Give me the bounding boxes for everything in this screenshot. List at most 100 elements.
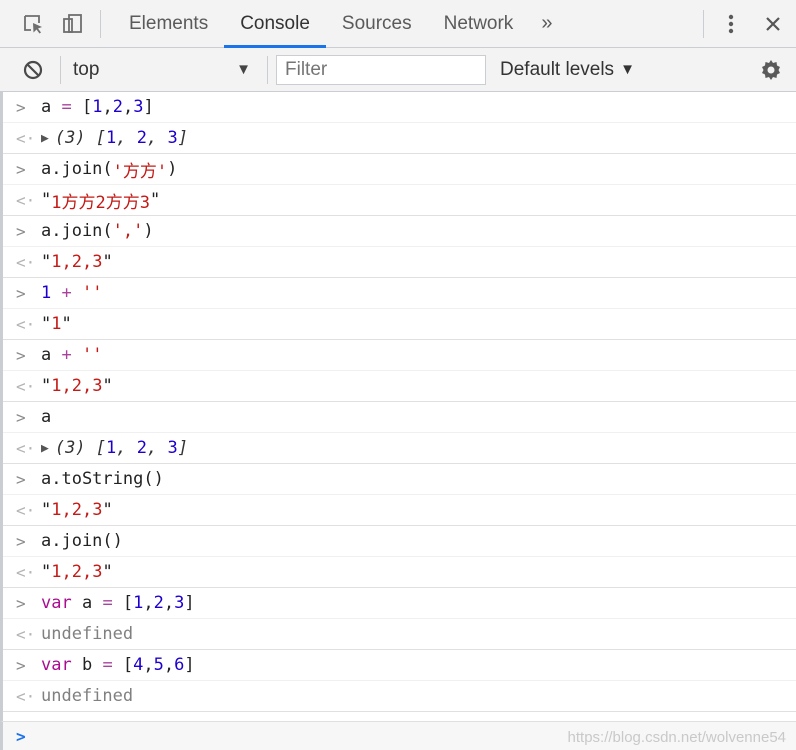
console-token: , (163, 655, 175, 675)
console-input-row[interactable]: > a (3, 402, 796, 433)
input-prompt-icon: > (16, 283, 26, 303)
console-token: a (41, 345, 62, 365)
console-output-row[interactable]: <· " 1,2,3 " (3, 495, 796, 526)
console-token: 1 (106, 128, 117, 148)
tab-elements[interactable]: Elements (113, 0, 224, 48)
console-token: b (71, 655, 103, 675)
console-token: 3 (167, 128, 178, 148)
console-token: 1 (41, 283, 52, 303)
kebab-menu-icon[interactable] (716, 9, 746, 39)
console-token: ) (167, 159, 178, 179)
output-return-icon: <· (16, 500, 36, 520)
filter-input[interactable] (276, 54, 486, 85)
console-prompt[interactable]: > https://blog.csdn.net/wolvenne54 (0, 721, 796, 750)
console-token: " (41, 376, 52, 396)
output-return-icon: <· (16, 314, 36, 334)
tab-console[interactable]: Console (224, 0, 326, 48)
console-token: 2 (153, 593, 164, 613)
console-output-row[interactable]: <· ▶ (3) [1, 2, 3] (3, 123, 796, 154)
console-token: 1 (133, 593, 144, 613)
console-output-row[interactable]: <· " 1 " (3, 309, 796, 340)
console-token: 1 (92, 97, 103, 117)
console-token: 1,2,3 (51, 500, 103, 520)
console-messages: > a = [1, 2, 3] <· ▶ (3) [1, 2, 3] > a.join('方方'… (0, 92, 796, 722)
more-tabs-button[interactable]: » (529, 12, 564, 35)
console-token: , (147, 438, 168, 458)
console-input-row[interactable]: >1 + '' (3, 278, 796, 309)
input-prompt-icon: > (16, 97, 26, 117)
console-token: a (71, 593, 103, 613)
console-token: " (41, 190, 52, 210)
console-token: , (116, 438, 137, 458)
toolbar-divider (267, 55, 268, 84)
console-token: 2 (136, 128, 147, 148)
input-prompt-icon: > (16, 655, 26, 675)
console-input-row[interactable]: > a.join() (3, 526, 796, 557)
console-input-row[interactable]: > var b = [4, 5, 6] (3, 650, 796, 681)
console-input-row[interactable]: > a.toString() (3, 464, 796, 495)
tab-network[interactable]: Network (428, 0, 530, 48)
inspect-element-icon[interactable] (18, 9, 48, 39)
console-token: " (41, 500, 52, 520)
close-icon[interactable] (758, 9, 788, 39)
console-output-row[interactable]: <· " 1,2,3 " (3, 371, 796, 402)
console-token: (3) [ (54, 438, 107, 458)
console-output-row[interactable]: <· " 1,2,3 " (3, 247, 796, 278)
output-return-icon: <· (16, 624, 36, 644)
console-token: 1方方2方方3 (51, 192, 150, 213)
console-output-row[interactable]: <· ▶ (3) [1, 2, 3] (3, 433, 796, 464)
console-token: ) (143, 221, 154, 241)
console-token: (3) [ (54, 128, 107, 148)
console-token: 1,2,3 (51, 376, 103, 396)
console-token: , (143, 593, 154, 613)
console-token: 3 (133, 97, 144, 117)
console-output-row[interactable]: <· undefined (3, 619, 796, 650)
console-token (72, 345, 82, 365)
console-toolbar: top ▼ Default levels ▼ (0, 48, 796, 92)
chevron-down-icon: ▼ (620, 61, 635, 78)
gear-icon[interactable] (756, 55, 786, 85)
console-token: a.join( (41, 159, 113, 179)
clear-console-icon[interactable] (18, 55, 48, 85)
expand-triangle-icon[interactable]: ▶ (41, 131, 49, 146)
console-token: " (41, 314, 52, 334)
console-output-row[interactable]: <· " 1方方2方方3 " (3, 185, 796, 216)
prompt-caret-icon: > (16, 726, 26, 746)
console-token: a.join() (41, 531, 123, 551)
expand-triangle-icon[interactable]: ▶ (41, 441, 49, 456)
console-token: 1,2,3 (51, 252, 103, 272)
console-token: , (143, 655, 154, 675)
console-token: ] (143, 97, 154, 117)
watermark: https://blog.csdn.net/wolvenne54 (567, 729, 786, 746)
console-input-row[interactable]: > var a = [1, 2, 3] (3, 588, 796, 619)
log-levels-label: Default levels (500, 58, 615, 80)
input-prompt-icon: > (16, 345, 26, 365)
console-input-row[interactable]: > a.join(',') (3, 216, 796, 247)
console-token: 4 (133, 655, 144, 675)
console-token: ] (177, 128, 188, 148)
console-token: + (61, 345, 72, 365)
console-output-row[interactable]: <· undefined (3, 681, 796, 712)
tabbar-right-controls (691, 0, 796, 48)
console-token: = (61, 97, 72, 117)
console-output-row[interactable]: <· " 1,2,3 " (3, 557, 796, 588)
console-token: 2 (112, 97, 123, 117)
input-prompt-icon: > (16, 221, 26, 241)
output-return-icon: <· (16, 252, 36, 272)
input-prompt-icon: > (16, 593, 26, 613)
console-token: ',' (112, 221, 144, 241)
input-prompt-icon: > (16, 159, 26, 179)
tab-sources[interactable]: Sources (326, 0, 428, 48)
console-token: + (51, 283, 82, 303)
log-levels-dropdown[interactable]: Default levels ▼ (500, 59, 635, 81)
console-input-row[interactable]: > a.join('方方') (3, 154, 796, 185)
console-token: a (41, 97, 62, 117)
console-input-row[interactable]: > a = [1, 2, 3] (3, 92, 796, 123)
console-input-row[interactable]: > a + '' (3, 340, 796, 371)
console-token: ] (184, 655, 195, 675)
console-token: , (147, 128, 168, 148)
context-selector[interactable]: top ▼ (61, 59, 261, 81)
console-token: " (41, 562, 52, 582)
device-toolbar-icon[interactable] (58, 9, 88, 39)
console-token: [ (71, 97, 93, 117)
